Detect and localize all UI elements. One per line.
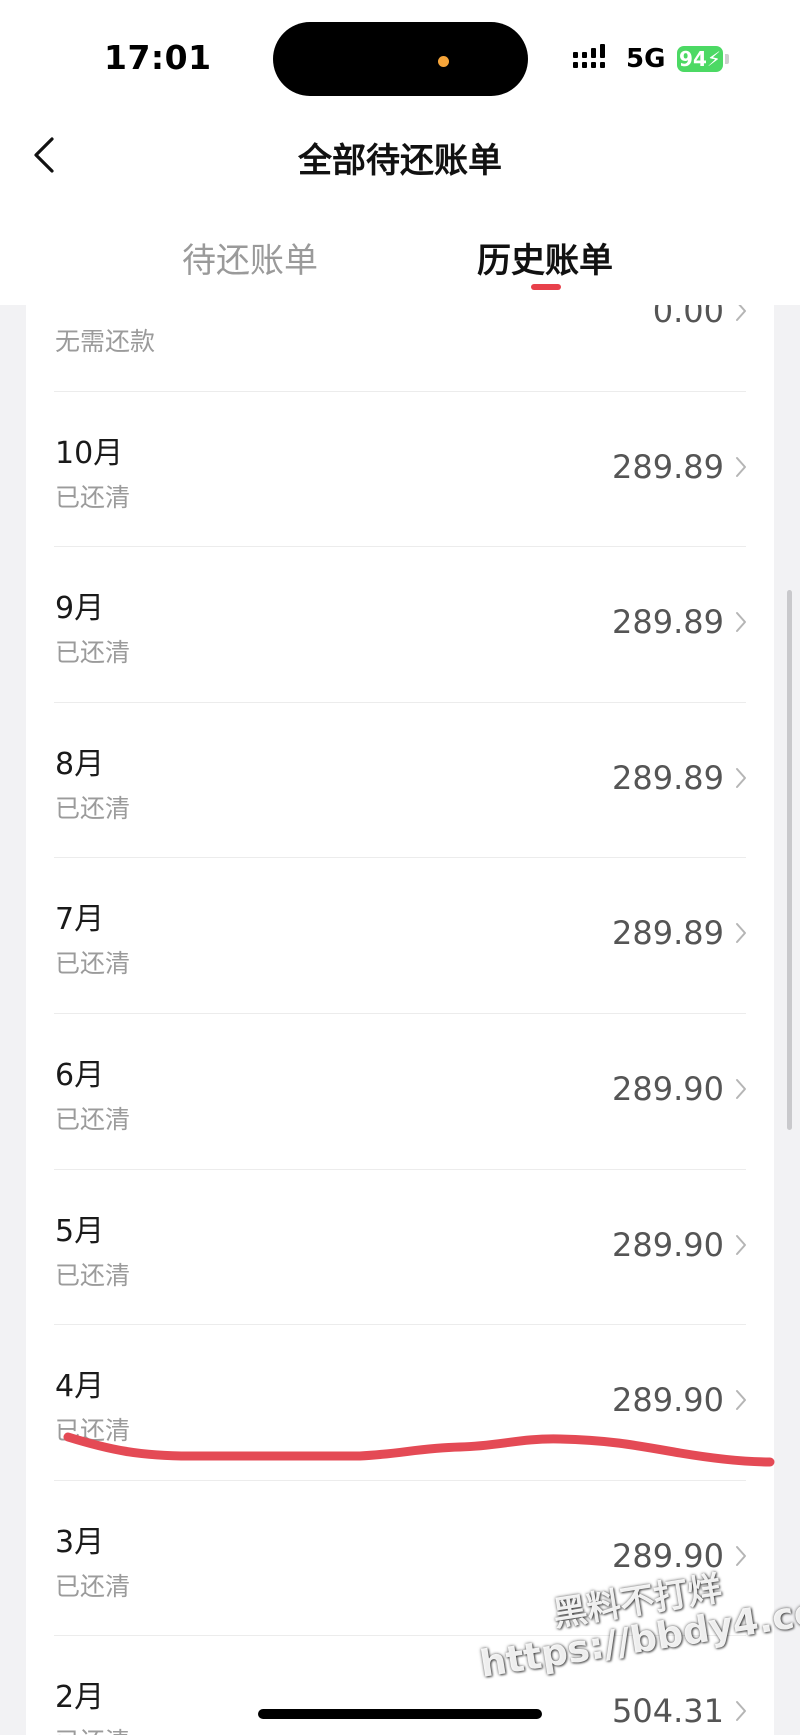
bill-status: 已还清 bbox=[55, 1260, 131, 1290]
battery-icon: 94⚡ bbox=[677, 46, 723, 72]
chevron-right-icon bbox=[736, 1545, 746, 1566]
bill-row[interactable]: 6月已还清 289.90 bbox=[26, 1014, 774, 1170]
bill-row[interactable]: 7月已还清 289.89 bbox=[26, 858, 774, 1014]
bill-row[interactable]: 9月已还清 289.89 bbox=[26, 547, 774, 703]
bill-amount: 289.90 bbox=[612, 1225, 724, 1264]
bill-amount: 289.90 bbox=[612, 1536, 724, 1575]
privacy-indicator-dot bbox=[438, 56, 449, 67]
bill-amount: 289.89 bbox=[612, 447, 724, 486]
tab-history-bills[interactable]: 历史账单 bbox=[445, 233, 645, 282]
chevron-right-icon bbox=[736, 767, 746, 788]
bill-row[interactable]: 8月已还清 289.89 bbox=[26, 703, 774, 859]
bill-status: 已还清 bbox=[55, 793, 131, 823]
chevron-right-icon bbox=[736, 1390, 746, 1411]
bill-amount: 504.31 bbox=[612, 1692, 724, 1731]
bill-month: 8月 bbox=[55, 746, 105, 782]
bill-amount: 289.89 bbox=[612, 914, 724, 953]
bill-status: 已还清 bbox=[55, 638, 131, 668]
bill-row[interactable]: 无需还款 0.00 bbox=[26, 305, 774, 392]
bill-status: 已还清 bbox=[55, 1104, 131, 1134]
bill-row[interactable]: 3月已还清 289.90 bbox=[26, 1481, 774, 1637]
status-bar: 17:01 5G 94⚡ bbox=[0, 0, 800, 105]
bill-row[interactable]: 4月已还清 289.90 bbox=[26, 1325, 774, 1481]
chevron-right-icon bbox=[736, 1078, 746, 1099]
bill-month: 6月 bbox=[55, 1057, 105, 1093]
bill-tabs: 待还账单 历史账单 bbox=[0, 205, 800, 305]
network-type: 5G bbox=[626, 44, 666, 74]
dynamic-island bbox=[273, 22, 528, 96]
status-time: 17:01 bbox=[104, 38, 212, 77]
home-indicator[interactable] bbox=[258, 1709, 542, 1719]
bill-status: 已还清 bbox=[55, 1571, 131, 1601]
bill-list-inner: 无需还款 0.00 10月 已还清 289.89 9月 已还清 289.89 8月 已还清 289.… bbox=[26, 305, 774, 1735]
battery-level: 94 bbox=[679, 47, 707, 71]
chevron-right-icon bbox=[736, 612, 746, 633]
bill-row[interactable]: 2月已还清 504.31 bbox=[26, 1636, 774, 1735]
bill-status: 已还清 bbox=[55, 1722, 130, 1735]
chevron-right-icon bbox=[736, 305, 746, 321]
bill-amount: 289.89 bbox=[612, 603, 724, 642]
chevron-right-icon bbox=[736, 1701, 746, 1722]
page-title: 全部待还账单 bbox=[298, 141, 502, 181]
bill-status: 已还清 bbox=[55, 949, 131, 979]
chevron-right-icon bbox=[736, 456, 746, 477]
bill-month: 9月 bbox=[55, 591, 105, 627]
active-tab-indicator bbox=[531, 284, 561, 290]
bill-status: 已还清 bbox=[55, 482, 131, 512]
bill-month: 7月 bbox=[55, 902, 105, 938]
bill-month: 5月 bbox=[55, 1213, 105, 1249]
bill-amount: 0.00 bbox=[652, 305, 724, 330]
charging-bolt-icon: ⚡ bbox=[706, 47, 721, 71]
bill-amount: 289.90 bbox=[612, 1381, 724, 1420]
cellular-signal-icon bbox=[573, 44, 605, 68]
chevron-right-icon bbox=[736, 923, 746, 944]
scrollbar[interactable] bbox=[787, 590, 792, 1130]
battery-nub bbox=[725, 54, 729, 64]
bill-amount: 289.90 bbox=[612, 1069, 724, 1108]
bill-month: 10月 bbox=[55, 435, 124, 471]
tab-pending-bills[interactable]: 待还账单 bbox=[150, 233, 350, 282]
bill-amount: 289.89 bbox=[612, 758, 724, 797]
bill-status: 无需还款 bbox=[55, 327, 156, 356]
bill-month: 2月 bbox=[55, 1680, 105, 1716]
bill-month: 4月 bbox=[55, 1369, 105, 1405]
bill-list[interactable]: 无需还款 0.00 10月 已还清 289.89 9月 已还清 289.89 8月 已还清 289.… bbox=[26, 305, 774, 1735]
bill-row[interactable]: 10月已还清 289.89 bbox=[26, 392, 774, 548]
bill-status: 已还清 bbox=[55, 1416, 131, 1446]
chevron-right-icon bbox=[736, 1234, 746, 1255]
bill-month: 3月 bbox=[55, 1524, 105, 1560]
bill-row[interactable]: 5月已还清 289.90 bbox=[26, 1170, 774, 1326]
nav-bar: 全部待还账单 bbox=[0, 105, 800, 205]
